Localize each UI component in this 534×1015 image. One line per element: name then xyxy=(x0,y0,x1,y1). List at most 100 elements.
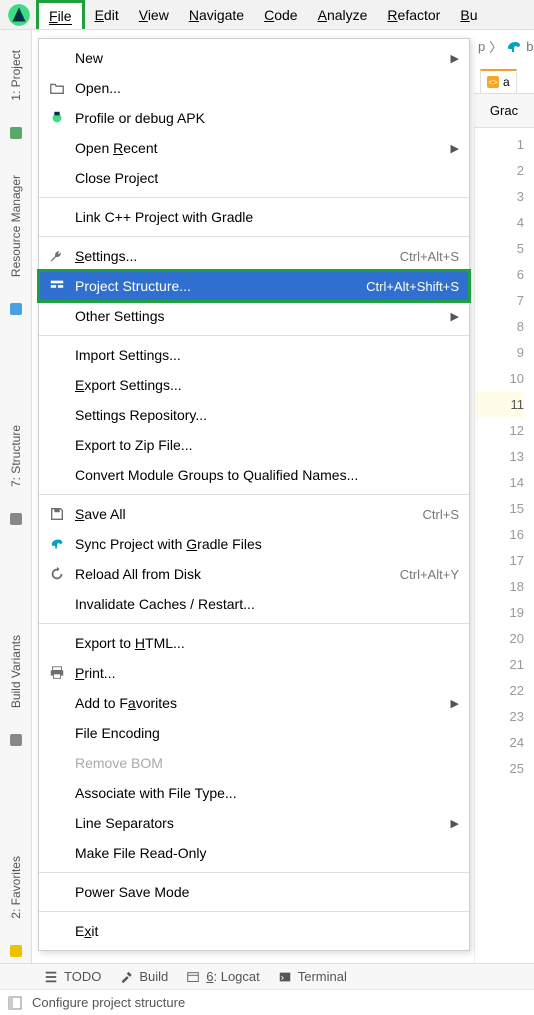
menu-item-label: Open Recent xyxy=(69,140,445,156)
menu-item-sync-project-with-gradle-files[interactable]: Sync Project with Gradle Files xyxy=(39,529,469,559)
menu-item-link-c-project-with-gradle[interactable]: Link C++ Project with Gradle xyxy=(39,202,469,232)
toolwindow-todo[interactable]: TODO xyxy=(44,969,101,984)
line-number: 4 xyxy=(475,210,524,236)
android-studio-logo-icon xyxy=(6,2,32,28)
menu-item-label: Settings... xyxy=(69,248,400,264)
tool-window-label: 7: Structure xyxy=(9,425,23,487)
tool-window-build-variants[interactable]: Build Variants xyxy=(8,615,24,752)
line-number: 23 xyxy=(475,704,524,730)
menu-item-print[interactable]: Print... xyxy=(39,658,469,688)
menu-separator xyxy=(39,623,469,624)
menu-item-convert-module-groups-to-qualified-names[interactable]: Convert Module Groups to Qualified Names… xyxy=(39,460,469,490)
main-menu-bar: FileEditViewNavigateCodeAnalyzeRefactorB… xyxy=(0,0,534,30)
editor-tab[interactable]: <> a xyxy=(480,69,517,93)
menu-item-label: Convert Module Groups to Qualified Names… xyxy=(69,467,459,483)
menu-item-open-recent[interactable]: Open Recent▶ xyxy=(39,133,469,163)
tool-window-7-structure[interactable]: 7: Structure xyxy=(8,405,24,531)
todo-icon xyxy=(44,970,58,984)
menu-item-import-settings[interactable]: Import Settings... xyxy=(39,340,469,370)
menu-item-label: Line Separators xyxy=(69,815,445,831)
tool-window-1-project[interactable]: 1: Project xyxy=(8,30,24,145)
toolwindow-label: 6: Logcat xyxy=(206,969,260,984)
line-number: 12 xyxy=(475,418,524,444)
line-number: 9 xyxy=(475,340,524,366)
menu-item-new[interactable]: New▶ xyxy=(39,43,469,73)
line-number: 2 xyxy=(475,158,524,184)
toolwindow-label: Build xyxy=(139,969,168,984)
menu-item-label: File Encoding xyxy=(69,725,459,741)
menu-item-power-save-mode[interactable]: Power Save Mode xyxy=(39,877,469,907)
menu-item-label: Sync Project with Gradle Files xyxy=(69,536,459,552)
line-number: 22 xyxy=(475,678,524,704)
line-number: 6 xyxy=(475,262,524,288)
line-number: 5 xyxy=(475,236,524,262)
line-number: 21 xyxy=(475,652,524,678)
menu-item-label: Exit xyxy=(69,923,459,939)
menu-item-label: Save All xyxy=(69,506,423,522)
menu-item-project-structure[interactable]: Project Structure...Ctrl+Alt+Shift+S xyxy=(39,271,469,301)
sync-gradle-icon xyxy=(45,536,69,552)
menu-refactor[interactable]: Refactor xyxy=(377,0,450,29)
menu-item-label: Profile or debug APK xyxy=(69,110,459,126)
menu-item-label: Settings Repository... xyxy=(69,407,459,423)
menu-item-exit[interactable]: Exit xyxy=(39,916,469,946)
gradle-file-icon: <> xyxy=(487,76,499,88)
print-icon xyxy=(45,665,69,681)
menu-item-close-project[interactable]: Close Project xyxy=(39,163,469,193)
menu-item-make-file-read-only[interactable]: Make File Read-Only xyxy=(39,838,469,868)
menu-item-label: Export to Zip File... xyxy=(69,437,459,453)
menu-item-associate-with-file-type[interactable]: Associate with File Type... xyxy=(39,778,469,808)
apk-debug-icon xyxy=(45,110,69,126)
menu-navigate[interactable]: Navigate xyxy=(179,0,254,29)
menu-item-shortcut: Ctrl+S xyxy=(423,507,459,522)
menu-item-profile-or-debug-apk[interactable]: Profile or debug APK xyxy=(39,103,469,133)
menu-item-invalidate-caches-restart[interactable]: Invalidate Caches / Restart... xyxy=(39,589,469,619)
toolwindow-6-logcat[interactable]: 6: Logcat xyxy=(186,969,260,984)
menu-item-label: Associate with File Type... xyxy=(69,785,459,801)
editor-gutter: 1234567891011121314151617181920212223242… xyxy=(474,128,534,963)
tool-window-label: Resource Manager xyxy=(9,175,23,277)
tool-window-2-favorites[interactable]: 2: Favorites xyxy=(8,836,24,963)
menu-item-other-settings[interactable]: Other Settings▶ xyxy=(39,301,469,331)
menu-item-save-all[interactable]: Save AllCtrl+S xyxy=(39,499,469,529)
line-number: 11 xyxy=(475,392,524,418)
menu-bu[interactable]: Bu xyxy=(450,0,487,29)
line-number: 8 xyxy=(475,314,524,340)
toolwindow-build[interactable]: Build xyxy=(119,969,168,984)
menu-item-shortcut: Ctrl+Alt+Shift+S xyxy=(366,279,459,294)
menu-item-label: Reload All from Disk xyxy=(69,566,400,582)
gradle-elephant-icon xyxy=(506,38,522,54)
tool-window-icon xyxy=(8,125,24,141)
menu-item-file-encoding[interactable]: File Encoding xyxy=(39,718,469,748)
toolwindow-terminal[interactable]: Terminal xyxy=(278,969,347,984)
save-icon xyxy=(45,506,69,522)
submenu-arrow-icon: ▶ xyxy=(451,817,459,830)
line-number: 10 xyxy=(475,366,524,392)
menu-file[interactable]: File xyxy=(36,0,85,29)
tool-window-icon xyxy=(8,732,24,748)
breadcrumb-file: b xyxy=(526,39,533,54)
line-number: 15 xyxy=(475,496,524,522)
menu-item-settings-repository[interactable]: Settings Repository... xyxy=(39,400,469,430)
menu-code[interactable]: Code xyxy=(254,0,307,29)
menu-item-export-to-html[interactable]: Export to HTML... xyxy=(39,628,469,658)
menu-edit[interactable]: Edit xyxy=(85,0,129,29)
line-number: 3 xyxy=(475,184,524,210)
menu-item-open[interactable]: Open... xyxy=(39,73,469,103)
editor-banner-text: Grac xyxy=(490,103,518,118)
toolwindow-label: Terminal xyxy=(298,969,347,984)
tool-window-resource-manager[interactable]: Resource Manager xyxy=(8,155,24,321)
menu-item-export-settings[interactable]: Export Settings... xyxy=(39,370,469,400)
menu-item-export-to-zip-file[interactable]: Export to Zip File... xyxy=(39,430,469,460)
menu-item-add-to-favorites[interactable]: Add to Favorites▶ xyxy=(39,688,469,718)
menu-separator xyxy=(39,197,469,198)
menu-item-line-separators[interactable]: Line Separators ▶ xyxy=(39,808,469,838)
breadcrumb[interactable]: p 〉 b xyxy=(474,30,534,62)
menu-separator xyxy=(39,494,469,495)
editor-banner[interactable]: Grac xyxy=(474,94,534,128)
tool-window-label: 1: Project xyxy=(9,50,23,101)
menu-item-reload-all-from-disk[interactable]: Reload All from DiskCtrl+Alt+Y xyxy=(39,559,469,589)
menu-view[interactable]: View xyxy=(129,0,179,29)
menu-item-settings[interactable]: Settings...Ctrl+Alt+S xyxy=(39,241,469,271)
menu-analyze[interactable]: Analyze xyxy=(308,0,378,29)
